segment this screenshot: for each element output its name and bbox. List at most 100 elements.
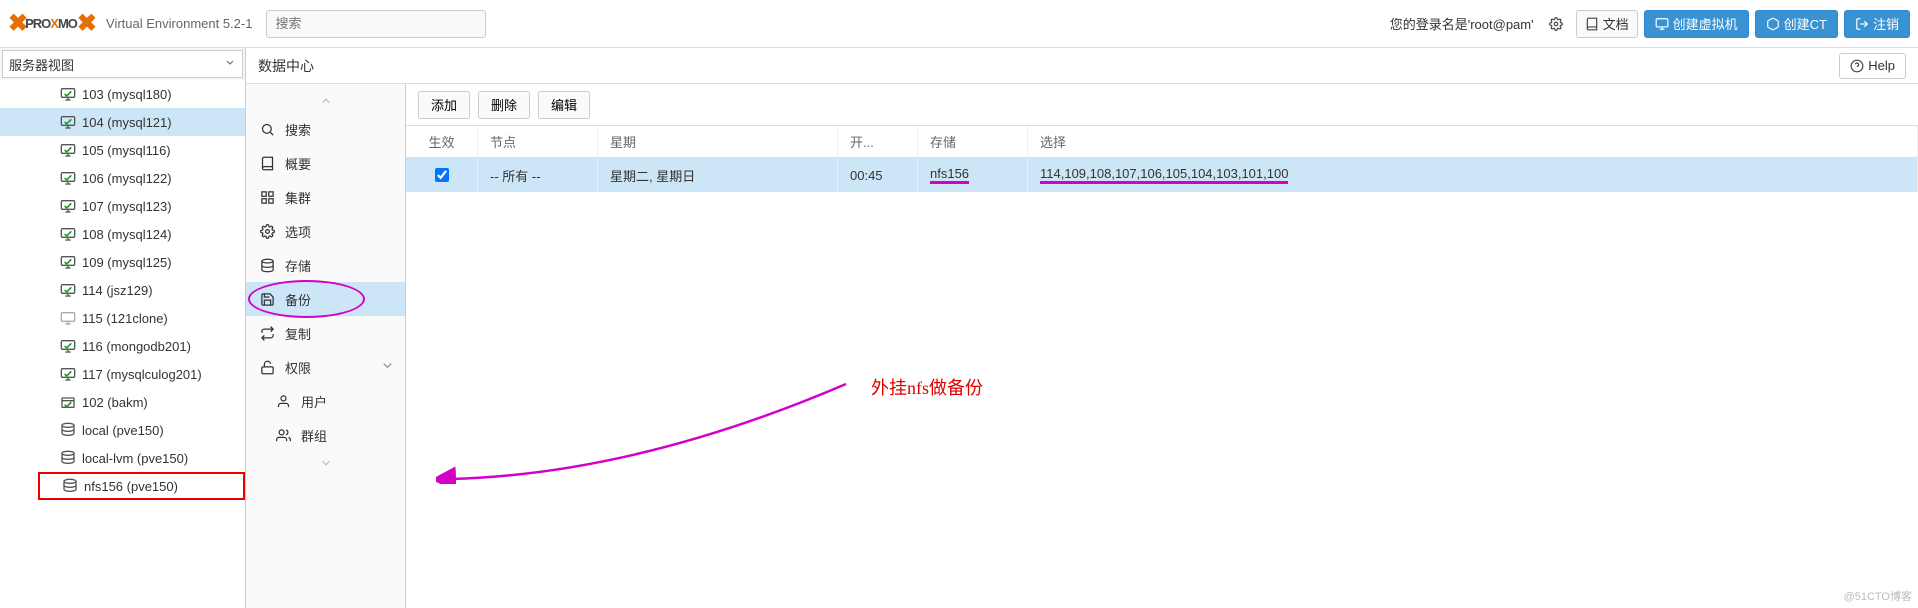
create-ct-label: 创建CT bbox=[1784, 14, 1827, 33]
tree-node-108[interactable]: 108 (mysql124) bbox=[0, 220, 245, 248]
monitor-icon bbox=[60, 282, 76, 298]
search-input[interactable] bbox=[266, 10, 486, 38]
main-split: 服务器视图 103 (mysql180) 104 (mysql121) 105 (m… bbox=[0, 48, 1918, 608]
menu-item-users[interactable]: 用户 bbox=[246, 384, 405, 418]
tree-node-label: 115 (121clone) bbox=[82, 311, 168, 326]
monitor-icon bbox=[60, 226, 76, 242]
menu-item-backup[interactable]: 备份 bbox=[246, 282, 405, 316]
config-menu: 搜索概要集群选项存储备份复制权限用户群组 bbox=[246, 84, 406, 608]
tree-node-label: 109 (mysql125) bbox=[82, 255, 172, 270]
book-icon bbox=[260, 156, 275, 171]
backup-job-row[interactable]: -- 所有 --星期二, 星期日00:45nfs156114,109,108,1… bbox=[406, 158, 1918, 192]
resource-tree[interactable]: 103 (mysql180) 104 (mysql121) 105 (mysql11… bbox=[0, 80, 245, 608]
tree-node-local[interactable]: local (pve150) bbox=[0, 416, 245, 444]
menu-item-search[interactable]: 搜索 bbox=[246, 112, 405, 146]
user-icon bbox=[276, 394, 291, 409]
edit-button[interactable]: 编辑 bbox=[538, 91, 590, 119]
docs-label: 文档 bbox=[1603, 14, 1629, 33]
version-text: Virtual Environment 5.2-1 bbox=[106, 16, 252, 31]
content-pane: 添加 删除 编辑 生效 节点 星期 开... 存储 选择 -- 所有 --星期二… bbox=[406, 84, 1918, 608]
save-icon bbox=[260, 292, 275, 307]
col-enable[interactable]: 生效 bbox=[406, 126, 478, 157]
tree-node-local-lvm[interactable]: local-lvm (pve150) bbox=[0, 444, 245, 472]
tree-node-label: local-lvm (pve150) bbox=[82, 451, 188, 466]
menu-item-groups[interactable]: 群组 bbox=[246, 418, 405, 452]
col-start[interactable]: 开... bbox=[838, 126, 918, 157]
watermark: @51CTO博客 bbox=[1844, 588, 1912, 604]
logout-button[interactable]: 注销 bbox=[1844, 10, 1910, 38]
menu-item-label: 备份 bbox=[285, 290, 311, 309]
create-ct-button[interactable]: 创建CT bbox=[1755, 10, 1838, 38]
tree-node-115[interactable]: 115 (121clone) bbox=[0, 304, 245, 332]
tree-node-label: 104 (mysql121) bbox=[82, 115, 172, 130]
menu-item-label: 权限 bbox=[285, 358, 311, 377]
menu-item-label: 存储 bbox=[285, 256, 311, 275]
tree-node-label: nfs156 (pve150) bbox=[84, 479, 178, 494]
tree-node-116[interactable]: 116 (mongodb201) bbox=[0, 332, 245, 360]
replic-icon bbox=[260, 326, 275, 341]
tree-node-label: 102 (bakm) bbox=[82, 395, 148, 410]
menu-item-cluster[interactable]: 集群 bbox=[246, 180, 405, 214]
view-selector-label: 服务器视图 bbox=[9, 55, 74, 74]
chevron-down-icon[interactable] bbox=[246, 452, 405, 474]
monitor-icon bbox=[60, 310, 76, 326]
col-dow[interactable]: 星期 bbox=[598, 126, 838, 157]
menu-item-label: 复制 bbox=[285, 324, 311, 343]
tree-node-label: 114 (jsz129) bbox=[82, 283, 153, 298]
cell-node: -- 所有 -- bbox=[478, 158, 598, 192]
tree-node-107[interactable]: 107 (mysql123) bbox=[0, 192, 245, 220]
tree-node-104[interactable]: 104 (mysql121) bbox=[0, 108, 245, 136]
annotation-text: 外挂nfs做备份 bbox=[871, 374, 983, 400]
col-node[interactable]: 节点 bbox=[478, 126, 598, 157]
menu-item-replic[interactable]: 复制 bbox=[246, 316, 405, 350]
view-selector[interactable]: 服务器视图 bbox=[2, 50, 243, 78]
menu-item-label: 集群 bbox=[285, 188, 311, 207]
tree-node-109[interactable]: 109 (mysql125) bbox=[0, 248, 245, 276]
create-vm-button[interactable]: 创建虚拟机 bbox=[1644, 10, 1749, 38]
logo: ✖ PROXMO✖ bbox=[8, 9, 94, 38]
monitor-icon bbox=[60, 86, 76, 102]
tree-node-label: 117 (mysqlculog201) bbox=[82, 367, 202, 382]
enabled-checkbox[interactable] bbox=[435, 168, 449, 182]
tree-node-103[interactable]: 103 (mysql180) bbox=[0, 80, 245, 108]
menu-item-perm[interactable]: 权限 bbox=[246, 350, 405, 384]
users-icon bbox=[276, 428, 291, 443]
menu-item-label: 用户 bbox=[301, 392, 327, 411]
toolbar: 添加 删除 编辑 bbox=[406, 84, 1918, 126]
docs-button[interactable]: 文档 bbox=[1576, 10, 1638, 38]
tree-node-105[interactable]: 105 (mysql116) bbox=[0, 136, 245, 164]
menu-item-summary[interactable]: 概要 bbox=[246, 146, 405, 180]
cell-storage: nfs156 bbox=[918, 158, 1028, 192]
gear-icon[interactable] bbox=[1542, 10, 1570, 38]
col-select[interactable]: 选择 bbox=[1028, 126, 1918, 157]
add-button[interactable]: 添加 bbox=[418, 91, 470, 119]
menu-item-storage[interactable]: 存储 bbox=[246, 248, 405, 282]
col-storage[interactable]: 存储 bbox=[918, 126, 1028, 157]
chevron-up-icon[interactable] bbox=[246, 90, 405, 112]
help-button[interactable]: Help bbox=[1839, 53, 1906, 79]
annotation-arrow bbox=[436, 284, 856, 484]
menu-item-options[interactable]: 选项 bbox=[246, 214, 405, 248]
db-icon bbox=[260, 258, 275, 273]
container-icon bbox=[60, 394, 76, 410]
tree-node-label: 106 (mysql122) bbox=[82, 171, 172, 186]
lock-icon bbox=[260, 360, 275, 375]
database-icon bbox=[60, 450, 76, 466]
breadcrumb-bar: 数据中心 Help bbox=[246, 48, 1918, 84]
tree-node-label: local (pve150) bbox=[82, 423, 164, 438]
tree-node-nfs156[interactable]: nfs156 (pve150) bbox=[38, 472, 245, 500]
remove-button[interactable]: 删除 bbox=[478, 91, 530, 119]
database-icon bbox=[60, 422, 76, 438]
logo-x2-icon: ✖ bbox=[77, 9, 96, 38]
tree-node-106[interactable]: 106 (mysql122) bbox=[0, 164, 245, 192]
gear-icon bbox=[260, 224, 275, 239]
tree-node-114[interactable]: 114 (jsz129) bbox=[0, 276, 245, 304]
tree-node-117[interactable]: 117 (mysqlculog201) bbox=[0, 360, 245, 388]
chevron-down-icon bbox=[224, 57, 236, 72]
monitor-icon bbox=[60, 198, 76, 214]
left-pane: 服务器视图 103 (mysql180) 104 (mysql121) 105 (m… bbox=[0, 48, 246, 608]
tree-node-102[interactable]: 102 (bakm) bbox=[0, 388, 245, 416]
monitor-icon bbox=[60, 170, 76, 186]
monitor-icon bbox=[60, 366, 76, 382]
menu-item-label: 群组 bbox=[301, 426, 327, 445]
